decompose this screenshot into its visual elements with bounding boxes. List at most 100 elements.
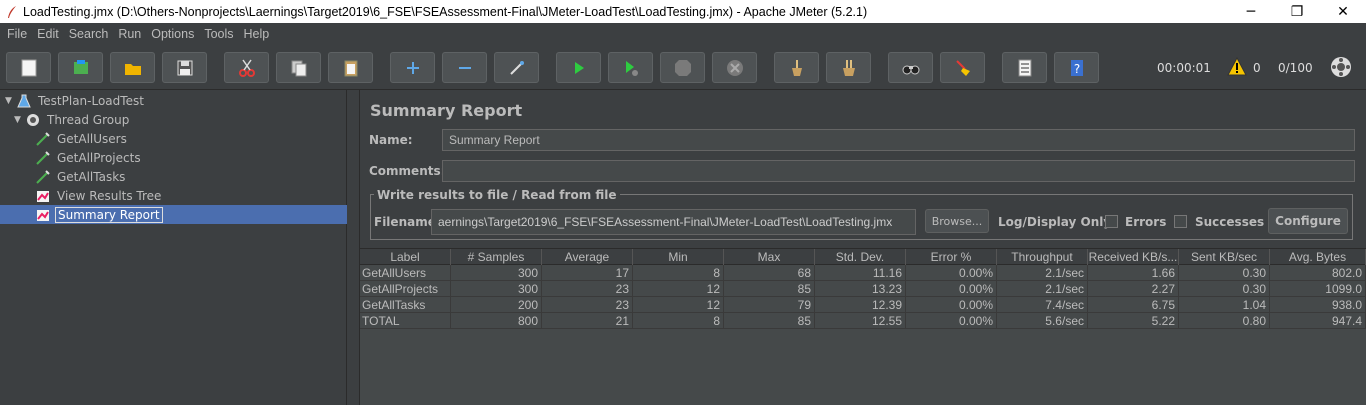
menu-help[interactable]: Help [239, 27, 275, 41]
column-header-received-kbs[interactable]: Received KB/s... [1088, 249, 1179, 265]
column-header-throughput[interactable]: Throughput [997, 249, 1088, 265]
clear-all-button[interactable] [826, 52, 871, 83]
table-cell: GetAllUsers [360, 265, 451, 281]
table-cell: 2.1/sec [997, 265, 1088, 281]
copy-button[interactable] [276, 52, 321, 83]
table-cell: 13.23 [815, 281, 906, 297]
jmeter-feather-icon [5, 4, 19, 20]
close-button[interactable]: ✕ [1320, 0, 1366, 23]
play-no-pause-icon [625, 60, 638, 76]
search-button[interactable] [888, 52, 933, 83]
shutdown-button[interactable] [712, 52, 757, 83]
column-header-samples[interactable]: # Samples [451, 249, 542, 265]
successes-checkbox[interactable] [1174, 215, 1187, 228]
filename-input[interactable]: aernings\Target2019\6_FSE\FSEAssessment-… [431, 209, 916, 235]
collapse-all-button[interactable] [442, 52, 487, 83]
table-cell: 79 [724, 297, 815, 313]
configure-button[interactable]: Configure [1268, 208, 1348, 234]
restore-button[interactable]: ❐ [1274, 0, 1320, 23]
errors-checkbox[interactable] [1105, 215, 1118, 228]
table-cell: 12.39 [815, 297, 906, 313]
new-button[interactable] [6, 52, 51, 83]
tree-item-getallusers[interactable]: GetAllUsers [0, 129, 347, 148]
column-header-std-dev[interactable]: Std. Dev. [815, 249, 906, 265]
menu-edit[interactable]: Edit [32, 27, 64, 41]
table-cell: 802.0 [1270, 265, 1366, 281]
start-no-timers-button[interactable] [608, 52, 653, 83]
minimize-button[interactable]: ─ [1228, 0, 1274, 23]
column-header-error-pct[interactable]: Error % [906, 249, 997, 265]
cut-button[interactable] [224, 52, 269, 83]
table-cell: 0.80 [1179, 313, 1270, 329]
listener-chart-icon [34, 188, 52, 204]
broom-icon [791, 59, 802, 76]
table-cell: 947.4 [1270, 313, 1366, 329]
table-cell: 300 [451, 265, 542, 281]
new-file-icon [21, 59, 36, 76]
table-row[interactable]: GetAllProjects 300 23 12 85 13.23 0.00% … [360, 281, 1366, 297]
comments-input[interactable] [442, 160, 1355, 182]
paste-button[interactable] [328, 52, 373, 83]
table-row-total[interactable]: TOTAL 800 21 8 85 12.55 0.00% 5.6/sec 5.… [360, 313, 1366, 329]
tree-item-getallprojects[interactable]: GetAllProjects [0, 148, 347, 167]
table-row[interactable]: GetAllTasks 200 23 12 79 12.39 0.00% 7.4… [360, 297, 1366, 313]
column-header-max[interactable]: Max [724, 249, 815, 265]
plus-icon [406, 61, 419, 74]
expand-arrow-icon[interactable]: ▼ [14, 115, 24, 125]
name-input[interactable]: Summary Report [442, 129, 1355, 151]
column-header-min[interactable]: Min [633, 249, 724, 265]
save-button[interactable] [162, 52, 207, 83]
table-cell: 8 [633, 265, 724, 281]
table-cell: 1.04 [1179, 297, 1270, 313]
table-cell: 23 [542, 297, 633, 313]
column-header-sent-kbs[interactable]: Sent KB/sec [1179, 249, 1270, 265]
column-header-average[interactable]: Average [542, 249, 633, 265]
menu-file[interactable]: File [2, 27, 32, 41]
tree-item-thread-group[interactable]: ▼ Thread Group [0, 110, 347, 129]
log-display-label: Log/Display Only: [998, 215, 1116, 229]
expand-all-button[interactable] [390, 52, 435, 83]
table-cell: 21 [542, 313, 633, 329]
table-cell: 0.00% [906, 281, 997, 297]
test-plan-tree: ▼ TestPlan-LoadTest ▼ Thread Group GetAl… [0, 90, 347, 405]
start-button[interactable] [556, 52, 601, 83]
table-cell: 2.1/sec [997, 281, 1088, 297]
split-pane-divider[interactable] [347, 90, 360, 405]
table-cell: 23 [542, 281, 633, 297]
function-helper-button[interactable] [1002, 52, 1047, 83]
tree-item-getalltasks[interactable]: GetAllTasks [0, 167, 347, 186]
list-icon [1018, 59, 1031, 76]
http-sampler-icon [34, 169, 52, 185]
menu-search[interactable]: Search [64, 27, 114, 41]
reset-search-button[interactable] [940, 52, 985, 83]
clear-button[interactable] [774, 52, 819, 83]
menu-run[interactable]: Run [113, 27, 146, 41]
column-header-avg-bytes[interactable]: Avg. Bytes [1270, 249, 1366, 265]
help-button[interactable]: ? [1054, 52, 1099, 83]
toggle-button[interactable] [494, 52, 539, 83]
tree-item-view-results-tree[interactable]: View Results Tree [0, 186, 347, 205]
stop-button[interactable] [660, 52, 705, 83]
menu-tools[interactable]: Tools [199, 27, 238, 41]
scissors-icon [238, 59, 255, 77]
table-cell: 2.27 [1088, 281, 1179, 297]
table-row[interactable]: GetAllUsers 300 17 8 68 11.16 0.00% 2.1/… [360, 265, 1366, 281]
table-cell: 300 [451, 281, 542, 297]
paste-icon [344, 60, 357, 76]
table-cell: TOTAL [360, 313, 451, 329]
table-cell: 800 [451, 313, 542, 329]
stop-icon [674, 59, 691, 76]
menu-options[interactable]: Options [146, 27, 199, 41]
svg-text:?: ? [1073, 62, 1079, 76]
tree-item-summary-report[interactable]: Summary Report [0, 205, 347, 224]
open-button[interactable] [110, 52, 155, 83]
tree-item-testplan[interactable]: ▼ TestPlan-LoadTest [0, 91, 347, 110]
expand-arrow-icon[interactable]: ▼ [5, 96, 15, 106]
table-cell: 12 [633, 297, 724, 313]
remote-hosts-icon[interactable] [1329, 55, 1353, 79]
warning-icon[interactable] [1227, 57, 1247, 77]
browse-button[interactable]: Browse... [925, 209, 989, 233]
summary-table: Label # Samples Average Min Max Std. Dev… [360, 248, 1366, 405]
templates-button[interactable] [58, 52, 103, 83]
column-header-label[interactable]: Label [360, 249, 451, 265]
